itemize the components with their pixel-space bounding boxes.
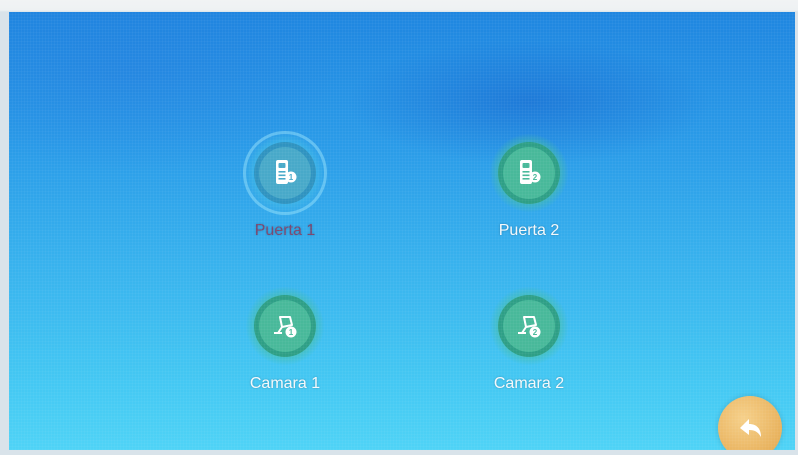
device-bezel: 1 Puerta 1 2 Puerta 2 1 Camara 1 2 Camar… [0,0,798,455]
svg-text:1: 1 [289,328,294,337]
svg-text:1: 1 [289,173,294,182]
menu-item-camara-2[interactable]: 2 Camara 2 [454,287,604,393]
menu-item-camara-1[interactable]: 1 Camara 1 [210,287,360,393]
svg-text:2: 2 [533,173,538,182]
back-button[interactable] [718,396,782,450]
back-arrow-icon [740,419,761,437]
menu-item-label: Puerta 2 [498,222,560,239]
menu-item-label: Camara 2 [493,375,565,392]
door-station-2-icon[interactable]: 2 [490,134,568,212]
camera-2-icon[interactable]: 2 [490,287,568,365]
door-station-1-icon[interactable]: 1 [246,134,324,212]
camera-1-icon[interactable]: 1 [246,287,324,365]
svg-text:2: 2 [533,328,538,337]
monitor-screen: 1 Puerta 1 2 Puerta 2 1 Camara 1 2 Camar… [9,12,795,450]
menu-item-puerta-1[interactable]: 1 Puerta 1 [210,134,360,240]
menu-item-label: Puerta 1 [254,222,316,239]
menu-item-label: Camara 1 [249,375,321,392]
menu-item-puerta-2[interactable]: 2 Puerta 2 [454,134,604,240]
